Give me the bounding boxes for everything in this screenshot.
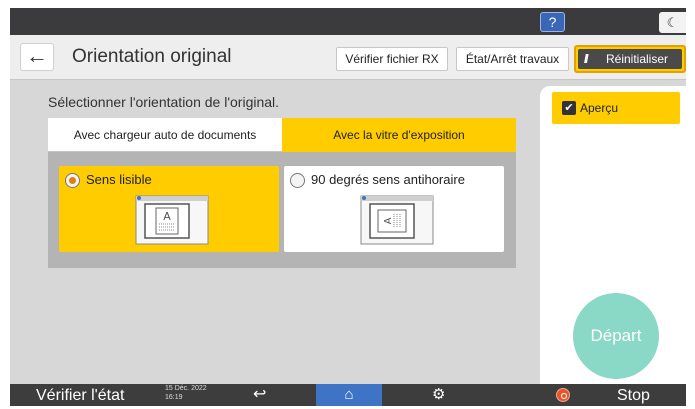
reset-button[interactable]: // Réinitialiser bbox=[574, 45, 686, 73]
reset-label: Réinitialiser bbox=[606, 52, 669, 66]
return-icon[interactable]: ↩ bbox=[253, 384, 266, 406]
preview-button[interactable]: ✔ Aperçu bbox=[552, 92, 680, 124]
stop-button[interactable]: Stop bbox=[617, 384, 650, 406]
checkmark-icon: ✔ bbox=[562, 101, 576, 115]
back-button[interactable]: ← bbox=[20, 43, 54, 71]
preview-label: Aperçu bbox=[580, 101, 619, 115]
tab-exposure-glass[interactable]: Avec la vitre d'exposition bbox=[282, 118, 516, 152]
moon-icon[interactable]: ☾ bbox=[659, 12, 686, 33]
option-rotated-90[interactable]: 90 degrés sens antihoraire A bbox=[284, 166, 504, 252]
option-label: 90 degrés sens antihoraire bbox=[311, 172, 465, 187]
check-status-button[interactable]: Vérifier l'état bbox=[36, 384, 124, 406]
reset-icon: // bbox=[584, 52, 588, 66]
date-time: 15 Déc. 2022 16:19 bbox=[165, 384, 207, 402]
verify-rx-file-button[interactable]: Vérifier fichier RX bbox=[336, 47, 448, 71]
scanner-readable-icon: A bbox=[135, 195, 209, 245]
option-readable[interactable]: Sens lisible A bbox=[59, 166, 279, 252]
help-button[interactable]: ? bbox=[540, 12, 565, 32]
stop-icon[interactable] bbox=[556, 388, 570, 402]
gear-icon[interactable]: ⚙ bbox=[432, 384, 445, 406]
time-text: 16:19 bbox=[165, 394, 183, 401]
radio-unselected-icon bbox=[290, 173, 305, 188]
orientation-panel: Avec chargeur auto de documents Avec la … bbox=[48, 118, 516, 268]
svg-text:A: A bbox=[383, 217, 394, 224]
radio-selected-icon bbox=[65, 173, 80, 188]
scanner-rotated-icon: A bbox=[360, 195, 434, 245]
header: ← Orientation original Vérifier fichier … bbox=[10, 35, 686, 80]
home-icon: ⌂ bbox=[344, 386, 354, 403]
screen: ? ☾ ← Orientation original Vérifier fich… bbox=[10, 8, 686, 406]
system-top-bar: ? ☾ bbox=[10, 8, 686, 35]
home-button[interactable]: ⌂ bbox=[316, 384, 382, 406]
job-status-button[interactable]: État/Arrêt travaux bbox=[456, 47, 569, 71]
bottom-bar: Vérifier l'état 15 Déc. 2022 16:19 ↩ ⌂ ⚙… bbox=[10, 384, 686, 406]
start-button[interactable]: Départ bbox=[573, 293, 659, 379]
tab-adf[interactable]: Avec chargeur auto de documents bbox=[48, 118, 282, 152]
svg-text:A: A bbox=[163, 210, 171, 223]
instruction-text: Sélectionner l'orientation de l'original… bbox=[48, 94, 280, 110]
back-arrow-icon: ← bbox=[26, 43, 48, 68]
date-text: 15 Déc. 2022 bbox=[165, 385, 207, 392]
option-label: Sens lisible bbox=[86, 172, 152, 187]
page-title: Orientation original bbox=[72, 46, 232, 67]
